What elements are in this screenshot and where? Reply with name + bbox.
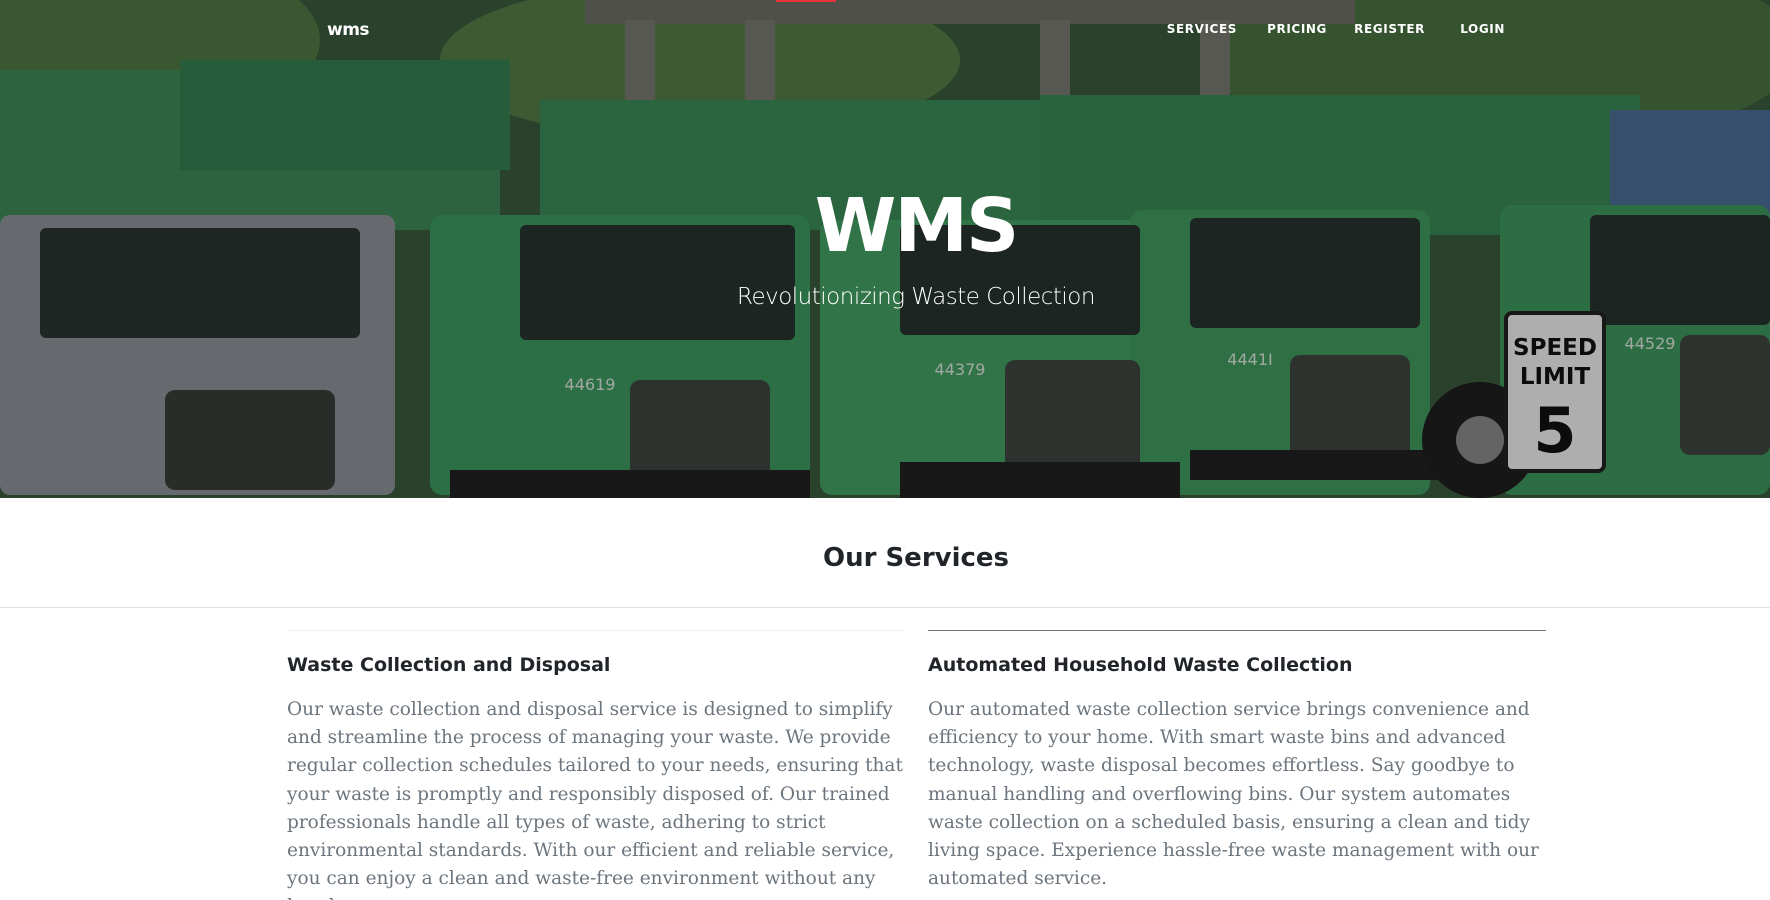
service-description: Our waste collection and disposal servic… [287, 699, 903, 900]
card-divider [928, 630, 1546, 631]
nav-link-login[interactable]: LOGIN [1460, 22, 1505, 36]
service-card-automated-collection: Automated Household Waste Collection Our… [928, 630, 1546, 893]
hero-title: WMS [814, 183, 1020, 269]
active-nav-indicator [776, 0, 836, 2]
hero-banner: SPEED LIMIT 5 44619 44379 4441I 44529 wm… [0, 0, 1770, 498]
service-card-waste-collection: Waste Collection and Disposal Our waste … [287, 630, 905, 900]
section-divider [0, 607, 1770, 608]
nav-link-register[interactable]: REGISTER [1354, 22, 1425, 36]
service-description: Our automated waste collection service b… [928, 699, 1539, 890]
services-heading: Our Services [822, 543, 1010, 573]
service-title: Waste Collection and Disposal [287, 654, 611, 676]
brand-logo[interactable]: wms [327, 20, 370, 40]
service-title: Automated Household Waste Collection [928, 654, 1353, 676]
hero-subtitle: Revolutionizing Waste Collection [737, 284, 1095, 310]
nav-link-services[interactable]: SERVICES [1167, 22, 1237, 36]
nav-link-pricing[interactable]: PRICING [1267, 22, 1327, 36]
card-divider [287, 630, 905, 631]
